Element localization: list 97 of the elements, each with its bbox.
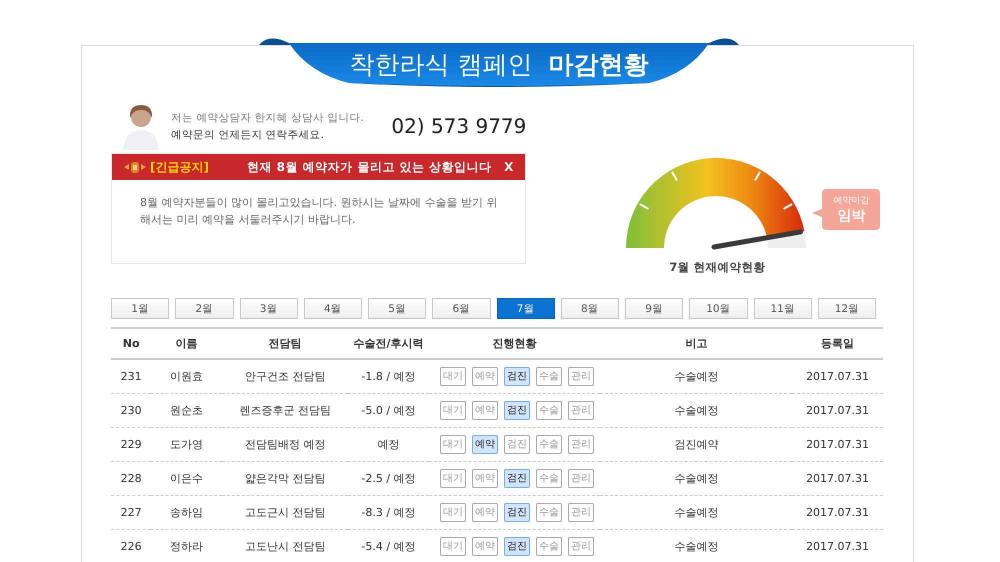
stage-badge: 예약: [472, 503, 498, 522]
stage-badge: 관리: [568, 503, 594, 522]
stage-badge: 검진: [504, 537, 530, 556]
stage-badge: 예약: [472, 435, 498, 454]
month-tab[interactable]: 10월: [689, 298, 748, 319]
stage-badge: 수술: [536, 401, 562, 420]
table-cell: 수술예정: [600, 394, 792, 428]
table-cell: 원순초: [151, 394, 222, 428]
stage-badge: 대기: [440, 503, 466, 522]
month-tab[interactable]: 11월: [754, 298, 812, 319]
phone-number: 02) 573 9779: [391, 114, 526, 138]
table-cell: -8.3 / 예정: [348, 496, 429, 530]
stage-badge: 대기: [440, 537, 466, 556]
stage-badge: 관리: [568, 537, 594, 556]
table-cell: -2.5 / 예정: [348, 462, 429, 496]
month-tab[interactable]: 7월: [496, 298, 555, 319]
table-cell: 수술예정: [600, 530, 792, 562]
stage-badge: 관리: [568, 401, 594, 420]
table-cell: 고도난시 전담팀: [222, 530, 348, 562]
table-cell: 송하임: [151, 496, 222, 530]
column-header: 이름: [151, 328, 222, 359]
close-button[interactable]: X: [492, 160, 526, 174]
stage-badge: 수술: [536, 503, 562, 522]
notice-headline: 현재 8월 예약자가 몰리고 있는 상황입니다: [246, 158, 492, 176]
month-tab[interactable]: 5월: [368, 298, 426, 319]
column-header: 비고: [600, 328, 792, 359]
stage-badge: 예약: [472, 401, 498, 420]
column-header: No: [111, 328, 152, 359]
stage-badge: 수술: [536, 435, 562, 454]
stage-badge: 관리: [568, 469, 594, 488]
stage-badge: 예약: [472, 367, 498, 386]
table-cell: 2017.07.31: [792, 496, 883, 530]
stage-badge: 검진: [504, 435, 530, 454]
table-cell: 고도근시 전담팀: [222, 496, 348, 530]
table-cell: 정하라: [151, 530, 222, 562]
month-tab[interactable]: 9월: [625, 298, 684, 319]
stage-badge: 수술: [536, 367, 562, 386]
table-cell: 얇은각막 전담팀: [222, 462, 348, 496]
table-cell: -1.8 / 예정: [348, 359, 429, 394]
stage-badge: 검진: [504, 469, 530, 488]
column-header: 진행현황: [428, 328, 600, 359]
stage-badge: 예약: [472, 537, 498, 556]
column-header: 전담팀: [222, 328, 348, 359]
table-cell: 2017.07.31: [792, 462, 883, 496]
table-cell: 2017.07.31: [792, 530, 883, 562]
table-cell: 렌즈증후군 전담팀: [222, 394, 348, 428]
gauge-caption: 7월 현재예약현황: [668, 260, 766, 275]
bubble-status: 임박: [837, 207, 866, 225]
siren-icon: [124, 160, 146, 174]
table-cell: 수술예정: [600, 496, 792, 530]
stage-badge: 대기: [440, 401, 466, 420]
stage-badge: 수술: [536, 537, 562, 556]
table-cell: 226: [111, 530, 152, 562]
table-cell: 예정: [348, 428, 429, 462]
bubble-label: 예약마감: [833, 195, 870, 207]
month-tab[interactable]: 6월: [432, 298, 490, 319]
contact-note: 예약문의 언제든지 연락주세요.: [171, 128, 326, 142]
stage-badge: 대기: [440, 367, 466, 386]
table-cell: 이원효: [151, 359, 222, 394]
table-cell: 검진예약: [600, 428, 792, 462]
month-tab[interactable]: 1월: [111, 298, 170, 319]
table-cell: 전담팀배정 예정: [222, 428, 348, 462]
table-cell: 도가영: [151, 428, 222, 462]
table-cell: 수술예정: [600, 462, 792, 496]
table-cell: -5.4 / 예정: [348, 530, 429, 562]
table-cell: 230: [111, 394, 152, 428]
table-cell: 2017.07.31: [792, 428, 883, 462]
stage-badge: 관리: [568, 435, 594, 454]
column-header: 등록일: [792, 328, 883, 359]
notice-text: 8월 예약자분들이 많이 몰리고있습니다. 원하시는 날짜에 수술을 받기 위해서는 미리 예약을 서둘러주시기 바랍니다.: [140, 195, 498, 228]
month-tab[interactable]: 8월: [560, 298, 619, 319]
table-cell: 수술예정: [600, 359, 792, 394]
stage-badge: 수술: [536, 469, 562, 488]
stage-badge: 관리: [568, 367, 594, 386]
month-tab[interactable]: 2월: [175, 298, 234, 319]
table-cell: 229: [111, 428, 152, 462]
table-cell: -5.0 / 예정: [348, 394, 429, 428]
stage-badge: 검진: [504, 367, 530, 386]
table-cell: 안구건조 전담팀: [222, 359, 348, 394]
table-cell: 2017.07.31: [792, 359, 883, 394]
stage-badge: 예약: [472, 469, 498, 488]
month-tab[interactable]: 12월: [818, 298, 876, 319]
stage-badge: 검진: [504, 503, 530, 522]
stage-badge: 대기: [440, 469, 466, 488]
column-header: 수술전/후시력: [348, 328, 429, 359]
table-cell: 231: [111, 359, 152, 394]
month-tab[interactable]: 3월: [240, 298, 298, 319]
stage-badge: 대기: [440, 435, 466, 454]
consultant-intro: 저는 예약상담자 한지혜 상담사 입니다.: [171, 110, 364, 124]
notice-tag: [긴급공지]: [150, 158, 209, 176]
table-cell: 227: [111, 496, 152, 530]
table-cell: 이은수: [151, 462, 222, 496]
page-title: 착한라식 캠페인 마감현황: [350, 48, 648, 80]
table-cell: 228: [111, 462, 152, 496]
month-tab[interactable]: 4월: [304, 298, 362, 319]
stage-badge: 검진: [504, 401, 530, 420]
table-cell: 2017.07.31: [792, 394, 883, 428]
